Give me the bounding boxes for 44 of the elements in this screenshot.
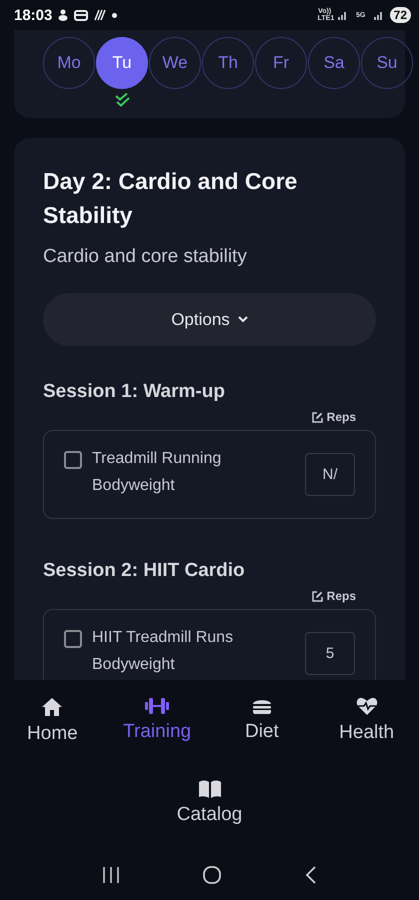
exercise-detail: Bodyweight — [92, 476, 176, 496]
day-button[interactable]: Sa — [308, 37, 360, 89]
edit-icon — [312, 412, 323, 422]
options-button[interactable]: Options — [43, 293, 376, 346]
checkbox[interactable] — [64, 451, 82, 469]
exercise-name: Treadmill Running — [92, 449, 222, 469]
battery-level: 72 — [390, 7, 411, 23]
heart-pulse-icon — [356, 697, 378, 716]
clock-time: 18:03 — [14, 6, 52, 24]
signal-icon — [374, 10, 384, 20]
home-icon — [41, 697, 64, 717]
day-button[interactable]: We — [149, 37, 201, 89]
day-button[interactable]: Su — [361, 37, 413, 89]
back-icon[interactable] — [305, 866, 318, 884]
nav-tab[interactable]: Home — [27, 697, 78, 757]
recent-apps-icon[interactable] — [102, 867, 120, 883]
day-button[interactable]: Fr — [255, 37, 307, 89]
nav-tab[interactable]: Diet — [244, 697, 279, 757]
checkbox[interactable] — [64, 630, 82, 648]
reps-input[interactable]: N/ — [305, 453, 355, 496]
chevron-down-icon — [238, 316, 248, 323]
notification-icon — [58, 9, 68, 21]
dumbbell-icon — [144, 697, 170, 715]
workout-title: Day 2: Cardio and Core Stability — [43, 167, 298, 230]
day-button[interactable]: Th — [202, 37, 254, 89]
reps-input[interactable]: 5 — [305, 632, 355, 675]
nav-tab[interactable]: Training — [123, 697, 192, 757]
workout-subtitle: Cardio and core stability — [43, 245, 248, 269]
slashes-icon — [94, 9, 106, 21]
edit-icon — [312, 590, 323, 602]
signal-icon — [338, 10, 348, 20]
exercise-detail: Bodyweight — [92, 655, 176, 675]
nav-tab[interactable]: Catalog — [176, 780, 242, 840]
nav-tab[interactable]: Health — [339, 697, 394, 757]
day-button[interactable]: Tu — [96, 37, 148, 89]
session-title: Session 1: Warm-up — [43, 380, 226, 404]
edit-reps-button[interactable]: Reps — [312, 589, 356, 603]
dot-icon — [112, 12, 118, 18]
book-icon — [198, 780, 222, 798]
exercise-name: HIIT Treadmill Runs — [92, 628, 234, 648]
edit-reps-button[interactable]: Reps — [312, 410, 356, 424]
session-title: Session 2: HIIT Cardio — [43, 559, 246, 583]
day-button[interactable]: Mo — [43, 37, 95, 89]
card-icon — [74, 10, 88, 20]
